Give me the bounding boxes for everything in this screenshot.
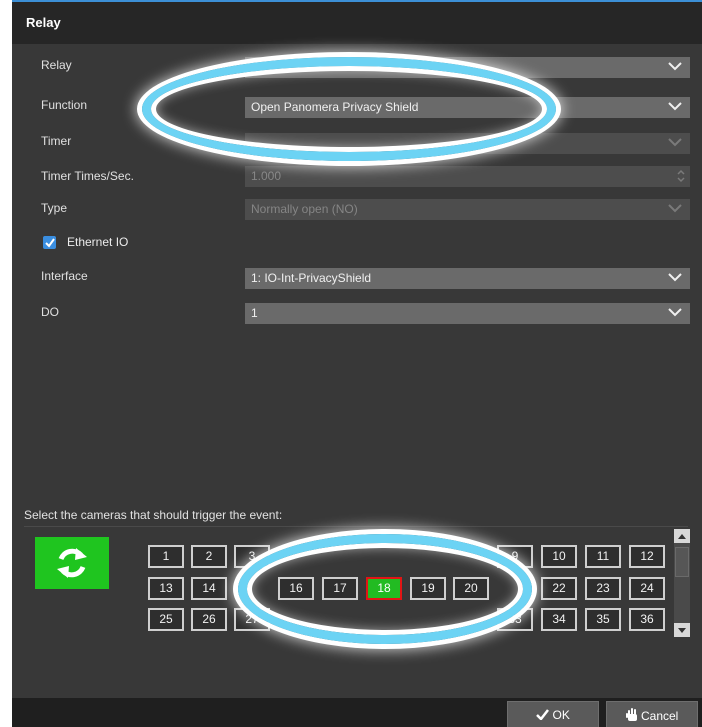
camera-button[interactable]: 12 xyxy=(629,545,665,568)
divider xyxy=(24,526,688,527)
interface-label: Interface xyxy=(41,269,88,283)
highlight-ring-function xyxy=(142,57,556,161)
ethernet-io-label: Ethernet IO xyxy=(67,235,129,249)
camera-button[interactable]: 23 xyxy=(585,577,621,600)
scrollbar-thumb[interactable] xyxy=(675,547,689,577)
do-select[interactable]: 1 xyxy=(245,303,690,324)
refresh-button[interactable] xyxy=(35,537,109,589)
spinner-arrows-icon xyxy=(676,168,686,184)
do-value: 1 xyxy=(251,306,258,320)
ok-button[interactable]: OK xyxy=(507,701,599,727)
type-label: Type xyxy=(41,201,68,215)
camera-button[interactable]: 11 xyxy=(585,545,621,568)
camera-grid-scrollbar[interactable] xyxy=(674,529,690,637)
ok-label: OK xyxy=(552,708,570,722)
ethernet-io-checkbox[interactable] xyxy=(43,236,56,249)
type-select: Normally open (NO) xyxy=(245,199,690,220)
camera-button[interactable]: 1 xyxy=(148,545,184,568)
camera-button[interactable]: 10 xyxy=(541,545,577,568)
type-value: Normally open (NO) xyxy=(251,202,358,216)
scroll-up-arrow-icon[interactable] xyxy=(674,529,690,543)
dialog-title: Relay xyxy=(26,15,61,30)
relay-label: Relay xyxy=(41,58,72,72)
timer-label: Timer xyxy=(41,134,72,148)
cancel-button[interactable]: Cancel xyxy=(606,701,698,727)
chevron-down-icon xyxy=(668,203,682,213)
timer-times-spinbox: 1.000 xyxy=(245,166,690,187)
camera-button[interactable]: 36 xyxy=(629,608,665,631)
function-label: Function xyxy=(41,98,88,112)
chevron-down-icon xyxy=(668,137,682,147)
interface-select[interactable]: 1: IO-Int-PrivacyShield xyxy=(245,268,690,289)
camera-button[interactable]: 26 xyxy=(191,608,227,631)
camera-button[interactable]: 34 xyxy=(541,608,577,631)
camera-button[interactable]: 13 xyxy=(148,577,184,600)
chevron-down-icon xyxy=(668,272,682,282)
hand-icon xyxy=(625,708,637,721)
timer-times-label: Timer Times/Sec. xyxy=(41,169,134,183)
interface-value: 1: IO-Int-PrivacyShield xyxy=(251,271,372,285)
checkmark-icon xyxy=(536,709,550,721)
title-bar: Relay xyxy=(12,0,702,44)
camera-button[interactable]: 35 xyxy=(585,608,621,631)
camera-button[interactable]: 14 xyxy=(191,577,227,600)
chevron-down-icon xyxy=(668,307,682,317)
chevron-down-icon xyxy=(668,101,682,111)
refresh-icon xyxy=(57,548,87,578)
do-label: DO xyxy=(41,305,59,319)
timer-times-value: 1.000 xyxy=(251,169,282,183)
scroll-down-arrow-icon[interactable] xyxy=(674,623,690,637)
camera-button[interactable]: 25 xyxy=(148,608,184,631)
camera-button[interactable]: 24 xyxy=(629,577,665,600)
camera-button[interactable]: 22 xyxy=(541,577,577,600)
dialog-footer: OK Cancel xyxy=(12,698,702,727)
camera-selection-caption: Select the cameras that should trigger t… xyxy=(24,508,283,522)
chevron-down-icon xyxy=(668,61,682,71)
cancel-label: Cancel xyxy=(640,709,679,723)
highlight-ring-camera-18 xyxy=(238,534,532,644)
camera-button[interactable]: 2 xyxy=(191,545,227,568)
